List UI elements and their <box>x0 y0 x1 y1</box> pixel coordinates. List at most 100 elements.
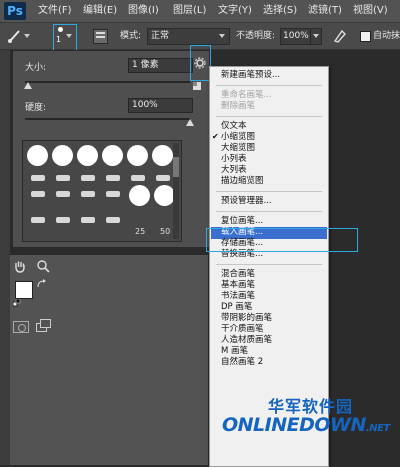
toggle-brush-panel-icon[interactable] <box>93 29 108 44</box>
menu-separator <box>216 264 322 265</box>
brush-tool-icon[interactable] <box>6 28 22 44</box>
menu-image[interactable]: 图像(I) <box>128 0 159 22</box>
menu-item[interactable]: 预设管理器... <box>221 196 272 207</box>
quick-mask-icon[interactable] <box>13 321 29 333</box>
mode-label: 模式: <box>120 31 142 41</box>
photoshop-logo: Ps <box>4 2 26 20</box>
hardness-input[interactable]: 100% <box>128 98 193 113</box>
watermark-logo: ONLINEDOWN.NET <box>222 414 390 436</box>
pressure-opacity-icon[interactable] <box>332 28 348 44</box>
menu-item[interactable]: 小列表 <box>221 154 247 165</box>
brush-thumb-stroke[interactable] <box>56 175 70 181</box>
size-slider-thumb[interactable] <box>24 81 33 92</box>
checkmark-icon: ✔ <box>212 132 219 141</box>
brush-thumb-stroke[interactable] <box>56 191 70 197</box>
brush-thumb-stroke[interactable] <box>31 217 45 223</box>
menu-separator <box>216 211 322 212</box>
menu-item[interactable]: 复位画笔... <box>221 216 263 227</box>
menu-bar: Ps 文件(F) 编辑(E) 图像(I) 图层(L) 文字(Y) 选择(S) 滤… <box>0 0 400 23</box>
menu-item[interactable]: 书法画笔 <box>221 291 255 302</box>
brush-thumb-hard-round[interactable] <box>52 145 73 166</box>
brush-size-label: 50 <box>160 227 171 236</box>
hand-tool-icon[interactable] <box>13 259 27 273</box>
menu-item[interactable]: 大缩览图 <box>221 143 255 154</box>
menu-layer[interactable]: 图层(L) <box>173 0 206 22</box>
default-colors-icon[interactable] <box>13 299 21 307</box>
zoom-tool-icon[interactable] <box>36 259 50 273</box>
menu-item[interactable]: 新建画笔预设... <box>221 70 280 81</box>
menu-item[interactable]: DP 画笔 <box>221 302 252 313</box>
menu-item[interactable]: 基本画笔 <box>221 280 255 291</box>
menu-item[interactable]: 描边缩览图 <box>221 176 264 187</box>
menu-item[interactable]: 大列表 <box>221 165 247 176</box>
brush-thumb-hard-round[interactable] <box>27 145 48 166</box>
load-brushes-highlight <box>206 228 358 252</box>
brush-thumb-stroke[interactable] <box>56 217 70 223</box>
tools-strip <box>0 50 10 465</box>
menu-item: 删除画笔 <box>221 101 256 111</box>
brush-size-readout: 1 <box>56 35 62 44</box>
menu-file[interactable]: 文件(F) <box>38 0 72 22</box>
brush-thumb-stroke[interactable] <box>81 217 95 223</box>
menu-item[interactable]: 干介质画笔 <box>221 324 264 335</box>
brush-thumb-stroke[interactable] <box>156 175 170 181</box>
menu-edit[interactable]: 编辑(E) <box>83 0 117 22</box>
hardness-slider-thumb[interactable] <box>186 118 194 129</box>
brush-thumb-hard-round[interactable] <box>154 185 175 206</box>
mode-select[interactable]: 正常 <box>147 28 230 45</box>
opacity-input[interactable]: 100% <box>280 28 312 45</box>
menu-separator <box>216 116 322 117</box>
brush-thumb-stroke[interactable] <box>31 191 45 197</box>
brush-size-label: 25 <box>135 227 146 236</box>
brush-thumb-hard-round[interactable] <box>77 145 98 166</box>
brush-thumb-hard-round[interactable] <box>129 185 150 206</box>
tools-panel <box>10 255 208 465</box>
auto-erase-checkbox[interactable] <box>360 31 371 42</box>
foreground-color-swatch[interactable] <box>15 281 33 299</box>
menu-item[interactable]: 混合画笔 <box>221 269 255 280</box>
opacity-label: 不透明度: <box>236 31 276 41</box>
menu-type[interactable]: 文字(Y) <box>218 0 252 22</box>
menu-item[interactable]: 带阴影的画笔 <box>221 313 272 324</box>
menu-item[interactable]: 仅文本 <box>221 121 247 132</box>
watermark-logo-text: ONLINEDOWN <box>222 414 366 436</box>
brush-thumb-stroke[interactable] <box>106 175 120 181</box>
grid-scrollbar[interactable] <box>173 143 179 239</box>
brush-thumb-stroke[interactable] <box>106 217 120 223</box>
watermark-logo-suffix: .NET <box>365 423 390 434</box>
mode-value: 正常 <box>151 31 170 41</box>
menu-item[interactable]: 小缩览图 <box>221 132 255 143</box>
brush-thumb-stroke[interactable] <box>106 191 120 197</box>
brush-thumb-stroke[interactable] <box>31 175 45 181</box>
brush-thumb-stroke[interactable] <box>131 175 145 181</box>
chevron-down-icon[interactable] <box>24 34 30 39</box>
brush-thumbnail-grid: 25 50 <box>22 140 182 242</box>
menu-item[interactable]: 人造材质画笔 <box>221 335 272 346</box>
brush-thumb-hard-round[interactable] <box>152 145 173 166</box>
new-preset-icon[interactable] <box>192 81 202 91</box>
screen-mode-icon[interactable] <box>36 319 51 332</box>
hardness-slider-track[interactable] <box>25 118 190 120</box>
brush-thumb-hard-round[interactable] <box>102 145 123 166</box>
auto-erase-label: 自动抹 <box>373 31 400 41</box>
menu-filter[interactable]: 滤镜(T) <box>308 0 342 22</box>
hardness-label: 硬度: <box>25 103 47 113</box>
size-slider-track[interactable] <box>25 81 190 83</box>
brush-tip-preview <box>58 27 63 32</box>
grid-scrollbar-thumb[interactable] <box>173 157 179 177</box>
mode-chevron-icon <box>219 34 225 38</box>
menu-view[interactable]: 视图(V) <box>353 0 388 22</box>
brush-picker-chevron-icon[interactable] <box>66 34 72 39</box>
opacity-chevron-icon <box>313 34 319 38</box>
brush-thumb-stroke[interactable] <box>81 175 95 181</box>
menu-item[interactable]: 自然画笔 2 <box>221 357 263 368</box>
brush-thumb-hard-round[interactable] <box>127 145 148 166</box>
menu-item: 重命名画笔... <box>221 90 272 100</box>
swap-colors-icon[interactable] <box>36 279 46 289</box>
menu-item[interactable]: M 画笔 <box>221 346 248 357</box>
menu-select[interactable]: 选择(S) <box>263 0 297 22</box>
brush-thumb-stroke[interactable] <box>81 191 95 197</box>
size-label: 大小: <box>25 63 47 73</box>
opacity-dropdown[interactable] <box>310 28 322 45</box>
size-input[interactable]: 1 像素 <box>128 58 193 73</box>
